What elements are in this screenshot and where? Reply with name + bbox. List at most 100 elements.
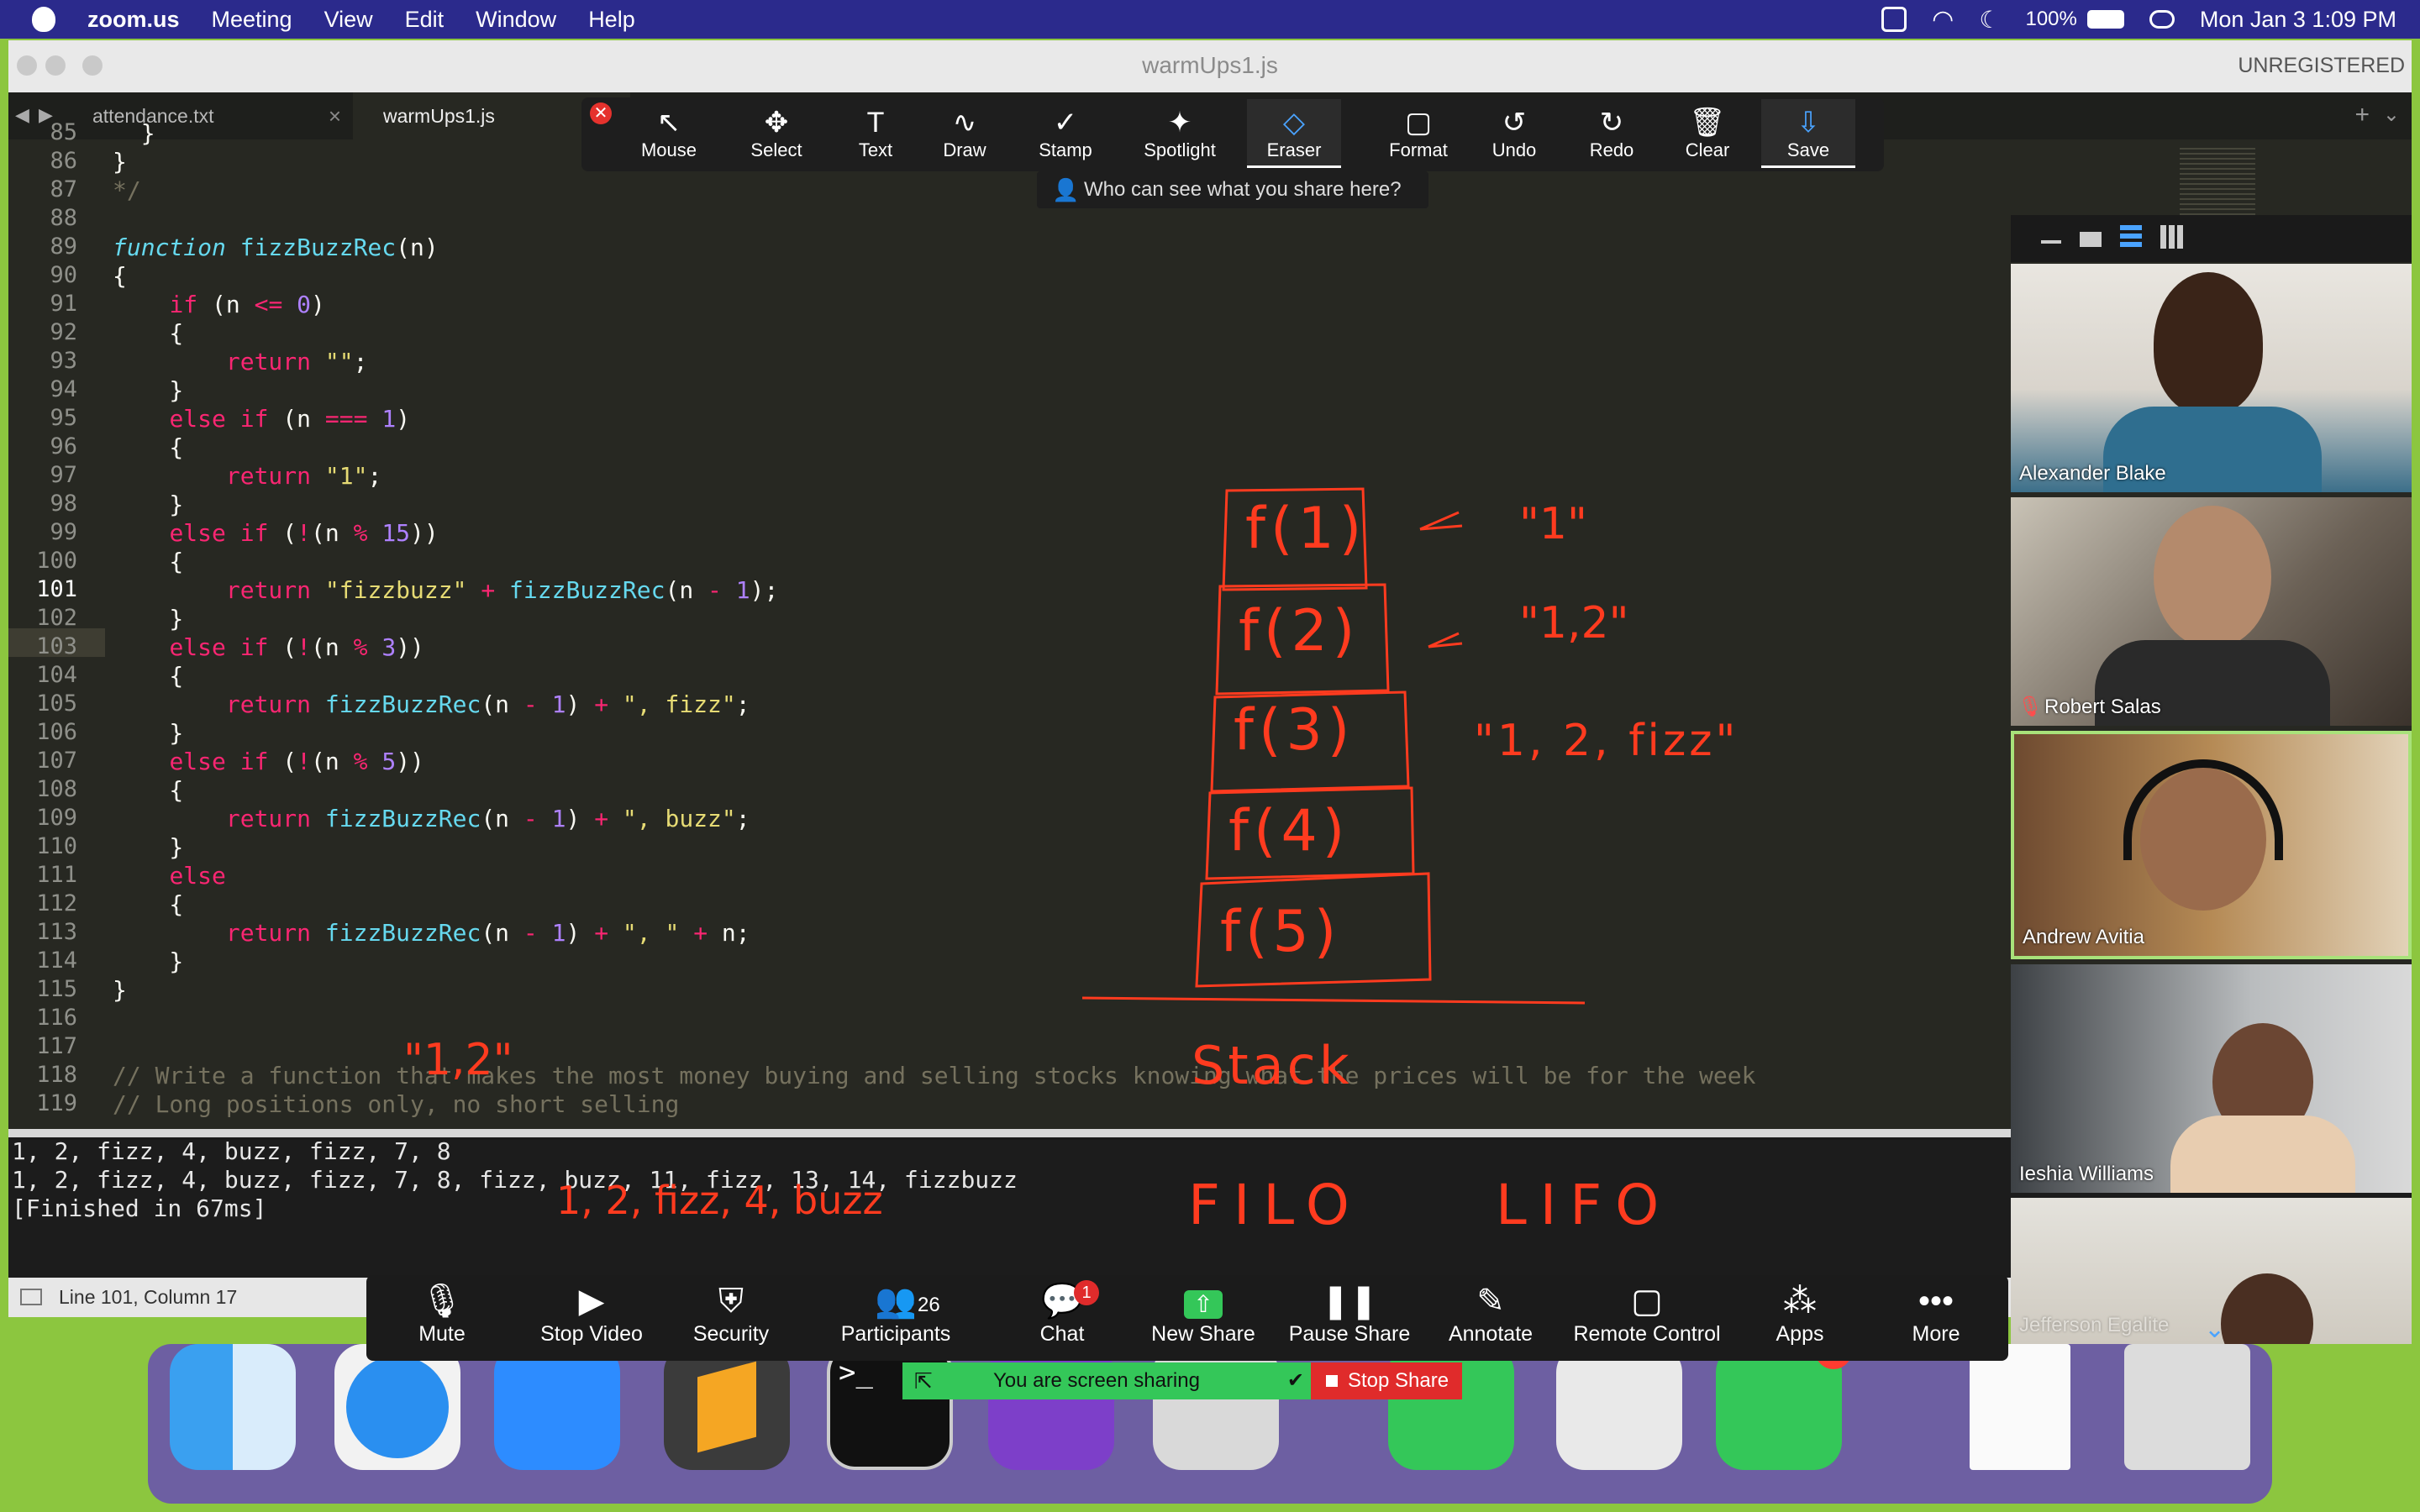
video-tile[interactable]: Ieshia Williams	[2011, 964, 2412, 1193]
video-tile[interactable]: Alexander Blake	[2011, 264, 2412, 492]
wifi-icon[interactable]: ◠	[1932, 5, 1954, 34]
tool-label: Redo	[1589, 139, 1634, 160]
code-line: else if (n === 1)	[169, 405, 411, 433]
meeting-control-more[interactable]: ••• More	[1860, 1280, 2012, 1347]
meeting-control-mute[interactable]: 🎙 Mute	[366, 1280, 518, 1347]
code-line: {	[113, 890, 184, 918]
video-tile[interactable]: Andrew Avitia	[2011, 731, 2412, 959]
people-icon: 👥	[875, 1283, 917, 1320]
trash-icon[interactable]	[2124, 1344, 2250, 1470]
window-title: warmUps1.js	[1142, 52, 1278, 78]
person-icon: 👤	[1052, 177, 1080, 202]
chevron-down-icon[interactable]: ⌄	[2204, 1315, 2225, 1344]
unregistered-label: UNREGISTERED	[2238, 54, 2405, 77]
annotate-tool-stamp[interactable]: ✓ Stamp	[1018, 106, 1113, 161]
control-center-icon[interactable]	[2149, 10, 2175, 29]
control-label: Pause Share	[1288, 1322, 1411, 1346]
camera-icon: ▶	[578, 1283, 605, 1320]
sublime-icon[interactable]	[664, 1344, 790, 1470]
meeting-control-apps[interactable]: ⁂ Apps	[1724, 1280, 1876, 1347]
tool-label: Select	[750, 139, 802, 160]
annotate-tool-select[interactable]: ✥ Select	[729, 106, 823, 161]
download-icon: ⇩	[1796, 107, 1821, 139]
chat-badge: 1	[1074, 1280, 1099, 1305]
meeting-control-pause-share[interactable]: ❚❚ Pause Share	[1274, 1280, 1425, 1347]
menu-edit[interactable]: Edit	[405, 7, 445, 33]
finder-icon[interactable]	[170, 1344, 296, 1470]
menu-window[interactable]: Window	[476, 7, 556, 33]
video-tile[interactable]: 🎙 Robert Salas	[2011, 497, 2412, 726]
return-arrow	[1419, 511, 1463, 531]
tab-close-icon[interactable]: ×	[329, 103, 341, 129]
move-icon: ✥	[764, 107, 789, 139]
tab-attendance[interactable]: attendance.txt ×	[59, 92, 353, 139]
participant-silhouette	[2154, 272, 2263, 415]
code-line: else	[169, 862, 226, 890]
code-line: }	[113, 605, 184, 633]
meeting-control-stop-video[interactable]: ▶ Stop Video	[516, 1280, 667, 1347]
gallery-view-bar	[2011, 215, 2412, 262]
meeting-control-new-share[interactable]: ⇧ New Share	[1128, 1280, 1279, 1347]
code-line: else if (!(n % 3))	[169, 633, 424, 661]
preview-icon[interactable]	[1556, 1344, 1682, 1470]
annotate-tool-mouse[interactable]: ↖ Mouse	[622, 106, 716, 161]
new-tab-icon[interactable]: +	[2354, 101, 2370, 129]
square-icon: ▢	[1404, 107, 1433, 139]
annotate-tool-clear[interactable]: 🗑 Clear	[1660, 106, 1754, 161]
moon-icon[interactable]: ☾	[1979, 6, 2000, 34]
annotate-tool-text[interactable]: T Text	[829, 106, 923, 161]
meeting-control-participants[interactable]: 👥 26 Participants	[820, 1280, 971, 1347]
control-label: More	[1912, 1322, 1960, 1346]
zoom-app-icon[interactable]	[494, 1344, 620, 1470]
stop-share-button[interactable]: Stop Share	[1311, 1362, 1462, 1399]
menu-meeting[interactable]: Meeting	[212, 7, 292, 33]
code-line: */	[113, 176, 141, 204]
document-thumbnail[interactable]	[1970, 1344, 2070, 1470]
zoom-status-icon[interactable]	[1881, 7, 1907, 32]
annotate-tool-undo[interactable]: ↺ Undo	[1467, 106, 1561, 161]
check-icon: ✓	[1053, 107, 1078, 139]
control-label: Annotate	[1448, 1322, 1534, 1346]
code-line: return fizzBuzzRec(n - 1) + ", " + n;	[225, 919, 750, 947]
code-line: if (n <= 0)	[169, 291, 325, 318]
squiggle-icon: ∿	[952, 107, 977, 139]
nav-back-icon[interactable]: ◀	[15, 104, 29, 126]
safari-icon[interactable]	[334, 1344, 460, 1470]
battery-icon[interactable]	[2086, 10, 2124, 29]
who-can-see-banner[interactable]: 👤 Who can see what you share here?	[1037, 171, 1428, 208]
annotate-tool-redo[interactable]: ↻ Redo	[1565, 106, 1659, 161]
tool-label: Save	[1786, 139, 1830, 160]
annotate-tool-save[interactable]: ⇩ Save	[1761, 99, 1855, 168]
video-tile[interactable]: Jefferson Egalite ⌄	[2011, 1198, 2412, 1344]
apple-icon[interactable]	[32, 7, 55, 32]
annotate-tool-spotlight[interactable]: ✦ Spotlight	[1133, 106, 1227, 161]
strip-view-icon[interactable]	[2120, 225, 2142, 247]
minimize-gallery-icon[interactable]	[2041, 240, 2061, 244]
menu-bar: zoom.us Meeting View Edit Window Help ◠ …	[0, 0, 2420, 39]
meeting-control-security[interactable]: ⛨ Security	[655, 1280, 807, 1347]
panel-toggle-icon[interactable]	[20, 1289, 42, 1305]
annotation-toolbar: ✕ ↖ Mouse ✥ Select T Text ∿ Draw ✓ Stamp ✦ Spotligh…	[581, 97, 1884, 171]
menu-app-name[interactable]: zoom.us	[87, 7, 180, 33]
menu-datetime[interactable]: Mon Jan 3 1:09 PM	[2200, 7, 2396, 33]
close-annotation-icon[interactable]: ✕	[590, 102, 612, 124]
meeting-control-remote-control[interactable]: ▢ Remote Control	[1571, 1280, 1723, 1347]
meeting-control-annotate[interactable]: ✎ Annotate	[1415, 1280, 1566, 1347]
menu-view[interactable]: View	[324, 7, 373, 33]
speaker-view-icon[interactable]	[2080, 232, 2102, 247]
stack-frame-label: f(2)	[1239, 598, 1360, 664]
control-label: Participants	[840, 1322, 951, 1346]
meeting-control-chat[interactable]: 💬 1 Chat	[986, 1280, 1138, 1347]
annotate-tool-eraser[interactable]: ◇ Eraser	[1247, 99, 1341, 168]
annotate-tool-draw[interactable]: ∿ Draw	[918, 106, 1012, 161]
menu-help[interactable]: Help	[588, 7, 635, 33]
participant-name: Alexander Blake	[2019, 462, 2166, 485]
code-line: }	[113, 491, 184, 518]
tab-list-chevron-icon[interactable]: ⌄	[2383, 102, 2400, 127]
code-line: }	[113, 148, 127, 176]
grid-view-icon[interactable]	[2160, 225, 2184, 249]
annotate-tool-format[interactable]: ▢ Format	[1371, 106, 1465, 161]
screen-sharing-banner[interactable]: ⇱ You are screen sharing ✔	[902, 1362, 1314, 1399]
control-label: Chat	[1039, 1322, 1085, 1346]
messages-icon[interactable]: 2	[1716, 1332, 1852, 1470]
